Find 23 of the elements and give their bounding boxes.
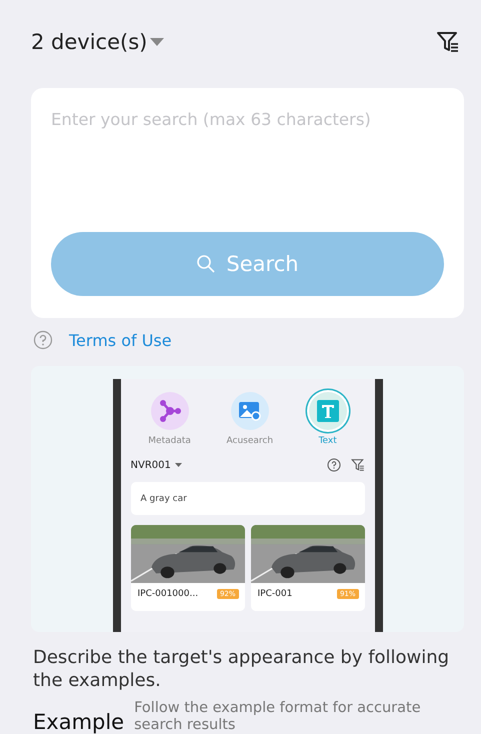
filter-icon[interactable] bbox=[350, 458, 364, 472]
filter-icon[interactable] bbox=[436, 30, 460, 54]
query-field[interactable]: A gray car bbox=[130, 482, 364, 515]
caret-icon[interactable] bbox=[174, 463, 182, 467]
search-mode-tab[interactable] bbox=[230, 392, 269, 430]
device-count-title[interactable]: 2 device(s) bbox=[31, 30, 148, 54]
network-node-icon bbox=[158, 399, 182, 423]
instruction-text: Describe the target's appearance by following the examples. bbox=[33, 646, 450, 692]
device-name[interactable]: NVR001 bbox=[130, 460, 171, 470]
mode-label: Acusearch bbox=[226, 436, 274, 446]
mode-label: Metadata bbox=[148, 436, 191, 446]
image-search-icon bbox=[238, 400, 262, 422]
example-heading: Example bbox=[33, 710, 124, 734]
mode-label: Text bbox=[318, 436, 337, 446]
search-icon bbox=[196, 254, 216, 274]
camera-name: IPC-001 bbox=[258, 589, 292, 599]
text-icon bbox=[316, 400, 339, 422]
help-icon[interactable] bbox=[326, 458, 340, 472]
caret-icon[interactable] bbox=[150, 38, 164, 46]
search-mode-tab[interactable] bbox=[150, 392, 189, 430]
search-mode-tab[interactable] bbox=[308, 392, 347, 430]
camera-name: IPC-001000... bbox=[138, 589, 198, 599]
example-hint: Follow the example format for accurate search results bbox=[134, 700, 422, 734]
